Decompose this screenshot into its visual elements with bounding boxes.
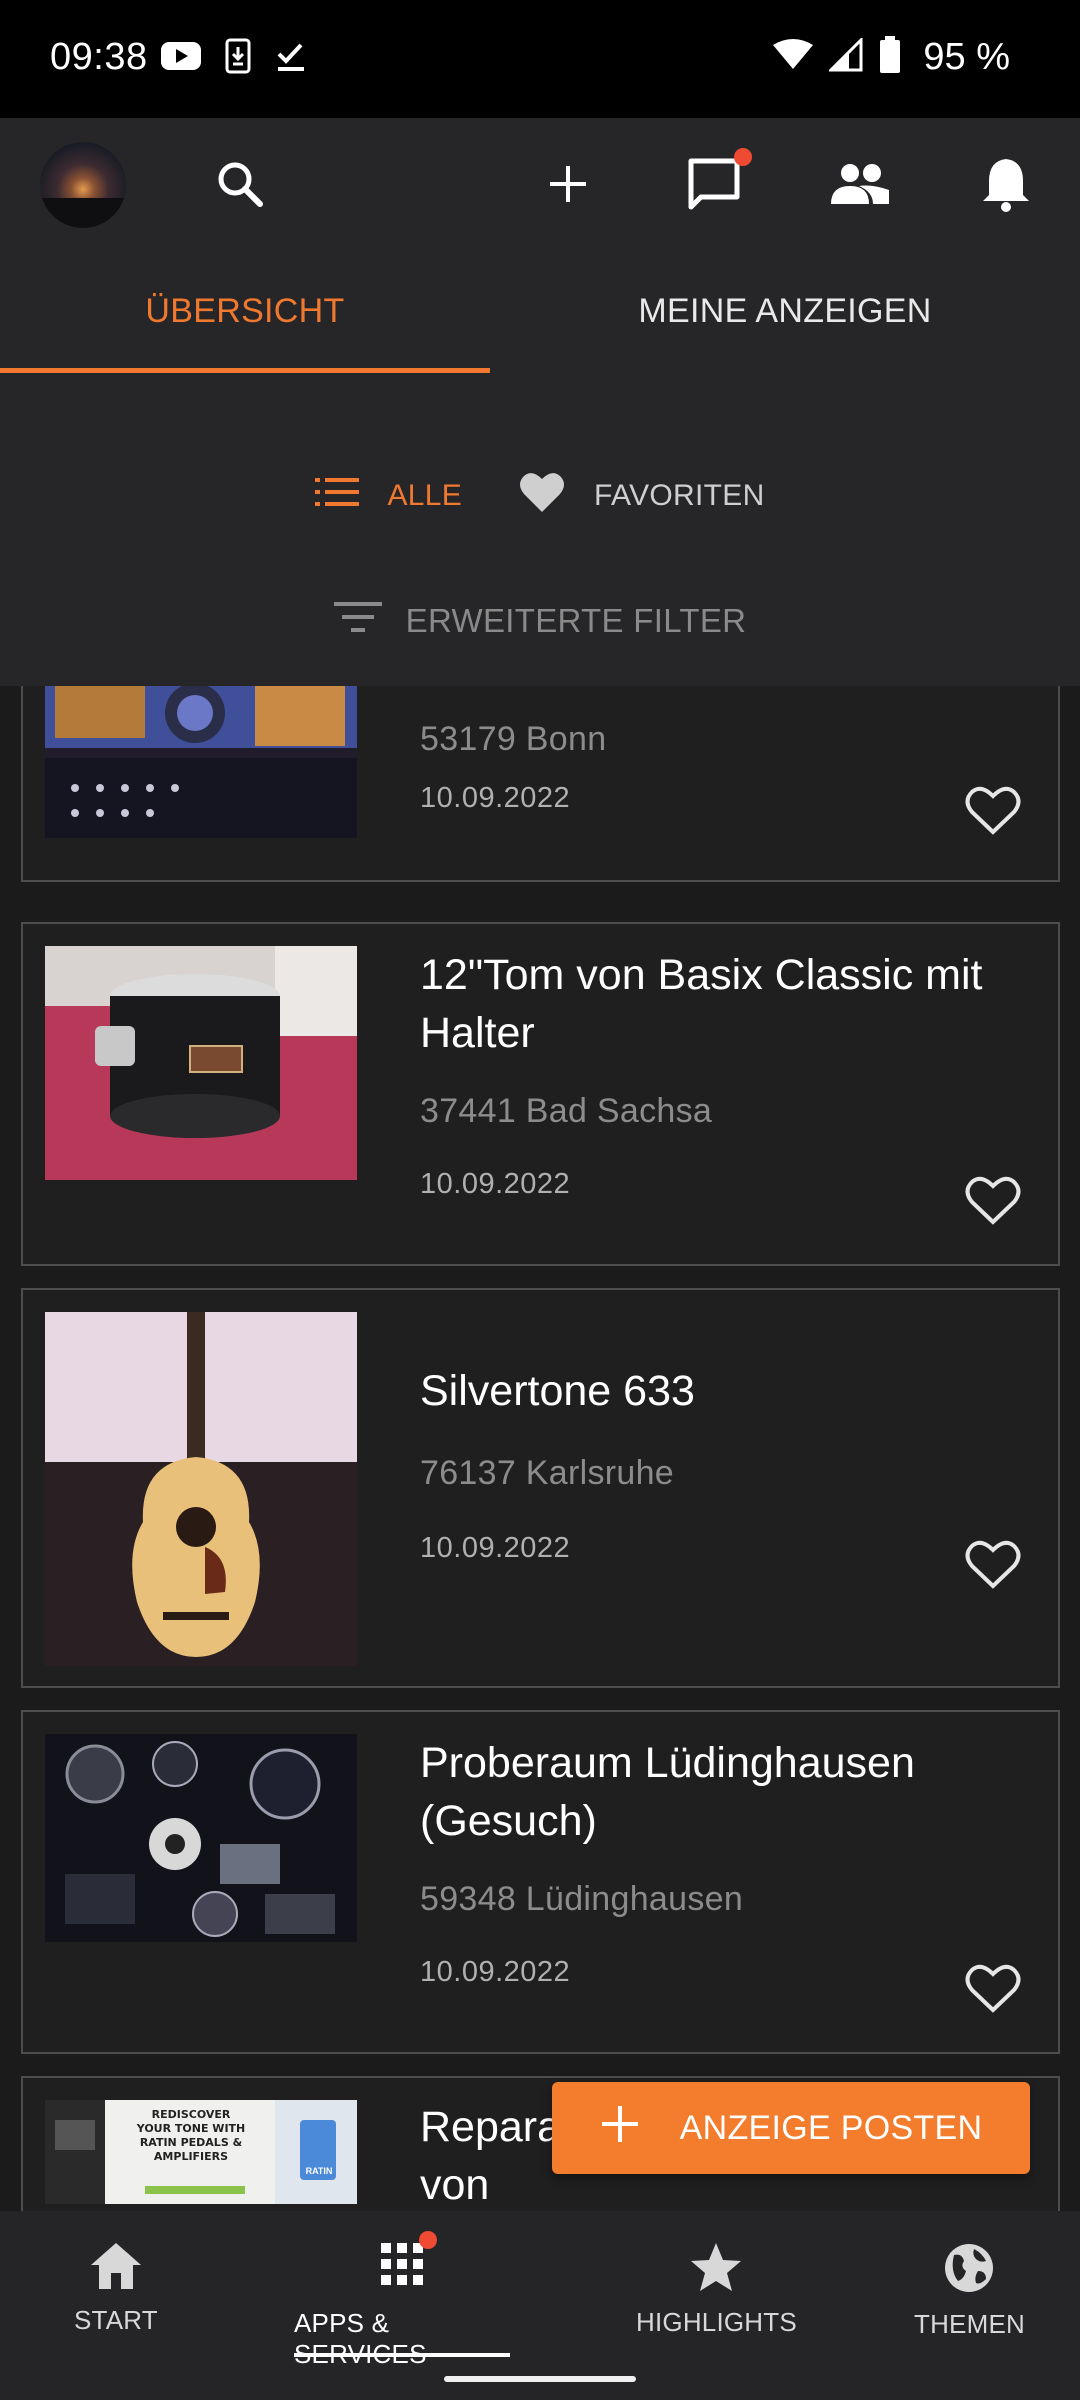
filter-favorites-label: FAVORITEN [594,479,765,512]
filter-panel: ALLE FAVORITEN ERWEITERTE FILTER [0,374,1080,686]
nav-active-indicator [294,2353,510,2357]
listing-location: 76137 Karlsruhe [420,1454,675,1492]
filter-favorites-button[interactable]: FAVORITEN [518,470,765,522]
post-ad-label: ANZEIGE POSTEN [679,2108,983,2147]
search-icon[interactable] [208,152,272,216]
list-icon [315,477,360,515]
battery-percentage: 95 % [923,36,1010,78]
nav-apps-services[interactable]: APPS & SERVICES [294,2231,510,2370]
listing-thumbnail: REDISCOVER YOUR TONE WITH RATIN PEDALS &… [45,2100,357,2204]
listing-card[interactable]: Silvertone 633 76137 Karlsruhe 10.09.202… [21,1288,1060,1688]
avatar[interactable] [40,142,126,228]
battery-icon [879,36,901,79]
status-bar: 09:38 95 % [0,0,1080,118]
listing-thumbnail [45,686,357,838]
listing-title: Proberaum Lüdinghausen (Gesuch) [420,1739,915,1845]
star-icon [691,2243,742,2291]
gesture-bar[interactable] [444,2376,636,2382]
filter-all-button[interactable]: ALLE [315,477,462,515]
nav-start-label: START [74,2305,158,2335]
advanced-filter-button[interactable]: ERWEITERTE FILTER [0,600,1080,642]
people-icon[interactable] [828,152,892,216]
apps-grid-icon [379,2231,437,2294]
youtube-icon [160,40,202,77]
nav-apps-services-label: APPS & SERVICES [294,2308,427,2369]
listing-date: 10.09.2022 [420,1168,571,1200]
ad-brand-text: RATIN [305,2166,333,2176]
listing-title: 12"Tom von Basix Classic mit Halter [420,951,983,1057]
listing-scroll[interactable]: 53179 Bonn 10.09.2022 12"Tom von Basix C… [0,686,1080,2211]
post-ad-button[interactable]: ANZEIGE POSTEN [552,2082,1030,2174]
bell-icon[interactable] [974,152,1038,216]
tab-bar: ÜBERSICHT MEINE ANZEIGEN [0,248,1080,374]
nav-themen-label: THEMEN [914,2309,1025,2339]
filter-all-label: ALLE [387,479,463,512]
system-icons: 95 % [773,36,1010,79]
listing-location: 53179 Bonn [420,720,607,758]
nav-themen[interactable]: THEMEN [914,2241,1025,2340]
notification-icons [160,38,308,79]
listing-card[interactable]: 12"Tom von Basix Classic mit Halter 3744… [21,922,1060,1266]
filter-chip-row: ALLE FAVORITEN [0,470,1080,522]
plus-icon[interactable] [536,152,600,216]
nav-start[interactable]: START [74,2241,158,2336]
wifi-icon [773,39,814,76]
favorite-heart-icon[interactable] [964,784,1022,836]
listing-card[interactable]: 53179 Bonn 10.09.2022 [21,686,1060,882]
listing-location: 37441 Bad Sachsa [420,1092,713,1130]
app-bar [0,118,1080,248]
favorite-heart-icon[interactable] [964,1962,1022,2014]
heart-filled-icon [518,470,566,522]
apps-badge [419,2231,437,2249]
ad-thumbnail-text: REDISCOVER YOUR TONE WITH RATIN PEDALS &… [136,2108,246,2163]
advanced-filter-label: ERWEITERTE FILTER [405,602,747,639]
check-icon [274,39,308,78]
listing-thumbnail [45,946,357,1180]
filter-lines-icon [333,600,382,642]
tab-uebersicht[interactable]: ÜBERSICHT [0,248,490,374]
listing-date: 10.09.2022 [420,1956,571,1988]
home-icon [90,2243,141,2289]
listing-card[interactable]: Proberaum Lüdinghausen (Gesuch) 59348 Lü… [21,1710,1060,2054]
listing-thumbnail [45,1312,357,1666]
nav-highlights-label: HIGHLIGHTS [636,2307,797,2337]
globe-icon [945,2244,994,2292]
download-icon [224,38,252,79]
plus-icon [600,2104,640,2153]
tab-meine-anzeigen[interactable]: MEINE ANZEIGEN [540,248,1030,374]
nav-highlights[interactable]: HIGHLIGHTS [636,2241,797,2338]
listing-title: Silvertone 633 [420,1367,695,1415]
favorite-heart-icon[interactable] [964,1174,1022,1226]
chat-icon[interactable] [682,148,752,216]
favorite-heart-icon[interactable] [964,1538,1022,1590]
signal-icon [827,36,863,77]
listing-location: 59348 Lüdinghausen [420,1880,744,1918]
listing-date: 10.09.2022 [420,782,571,814]
listing-thumbnail [45,1734,357,1942]
status-time: 09:38 [50,36,148,78]
tab-indicator [0,368,490,373]
bottom-nav: START APPS & SERVICES HIGHLIGHTS THEMEN [0,2211,1080,2400]
chat-badge [734,148,752,166]
listing-date: 10.09.2022 [420,1532,571,1564]
